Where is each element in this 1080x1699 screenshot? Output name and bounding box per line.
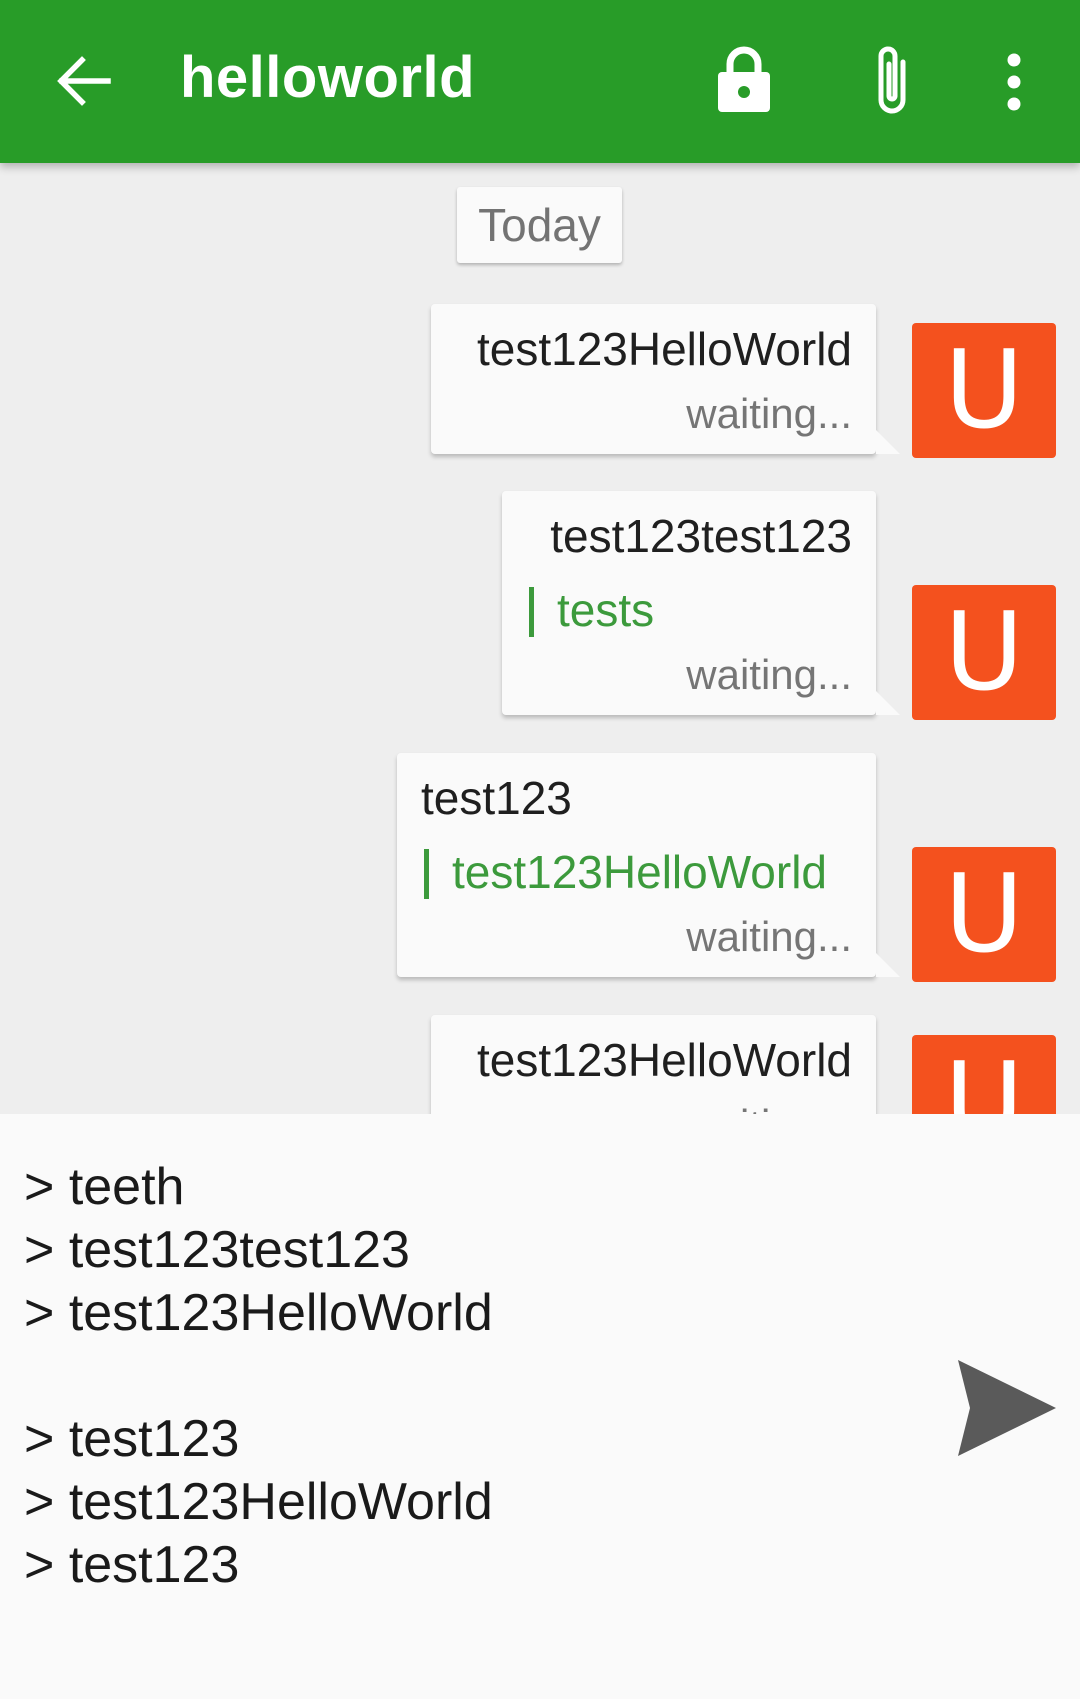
date-separator: Today	[457, 187, 622, 263]
message-list[interactable]: Today test123HelloWorld waiting... U tes…	[0, 163, 1080, 1114]
message-input[interactable]: > teeth > test123test123 > test123HelloW…	[24, 1156, 904, 1597]
message-bubble[interactable]: test123HelloWorld waiting...	[431, 1015, 876, 1114]
message-status: waiting...	[686, 1101, 852, 1114]
quoted-text: tests	[557, 584, 655, 636]
chat-title: helloworld	[180, 45, 475, 110]
paperclip-icon[interactable]	[864, 40, 914, 116]
message-text: test123test123	[550, 510, 852, 562]
message-text: test123	[421, 772, 572, 824]
arrow-back-icon[interactable]	[54, 52, 112, 110]
message-status: waiting...	[686, 651, 852, 698]
message-bubble[interactable]: test123 test123HelloWorld waiting...	[397, 753, 900, 977]
avatar[interactable]: U	[912, 1035, 1056, 1114]
send-icon[interactable]	[956, 1358, 1058, 1458]
lock-icon[interactable]	[716, 44, 772, 112]
bubble-tail	[876, 430, 900, 454]
message-text: test123HelloWorld	[476, 323, 852, 375]
app-bar: helloworld	[0, 0, 1080, 163]
avatar[interactable]: U	[912, 847, 1056, 982]
message-bubble[interactable]: test123test123 tests waiting...	[502, 491, 900, 715]
bubble-tail	[876, 691, 900, 715]
quote-bar	[529, 587, 534, 637]
more-vert-icon[interactable]	[1000, 52, 1028, 112]
quoted-reply[interactable]: tests	[529, 583, 654, 637]
avatar[interactable]: U	[912, 585, 1056, 720]
quoted-reply[interactable]: test123HelloWorld	[424, 845, 827, 899]
message-bubble[interactable]: test123HelloWorld waiting...	[431, 304, 900, 454]
message-text: test123HelloWorld	[476, 1034, 852, 1086]
bubble-tail	[876, 953, 900, 977]
message-status: waiting...	[686, 390, 852, 437]
message-status: waiting...	[686, 913, 852, 960]
quote-bar	[424, 849, 429, 899]
quoted-text: test123HelloWorld	[452, 846, 828, 898]
composer: > teeth > test123test123 > test123HelloW…	[0, 1114, 1080, 1699]
avatar[interactable]: U	[912, 323, 1056, 458]
